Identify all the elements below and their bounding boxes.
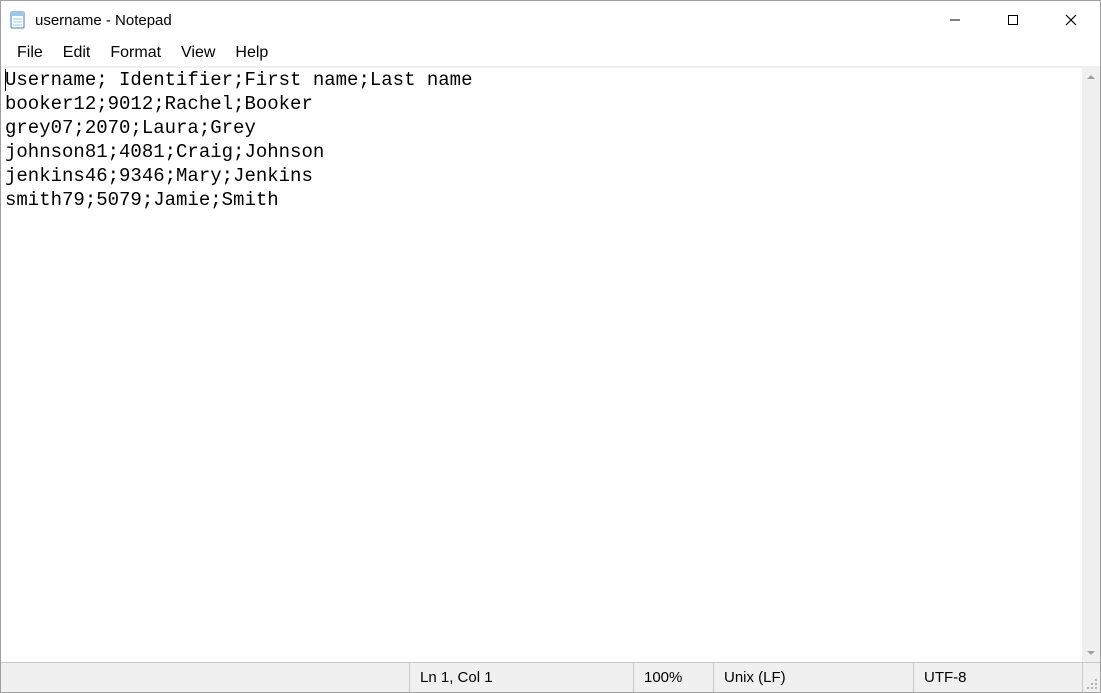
menubar: File Edit Format View Help <box>1 39 1100 67</box>
status-zoom-level: 100% <box>633 663 713 692</box>
statusbar-spacer <box>1 663 409 692</box>
notepad-app-icon <box>9 11 27 29</box>
status-encoding: UTF-8 <box>913 663 1082 692</box>
scroll-down-arrow-icon[interactable] <box>1082 644 1100 662</box>
window-controls <box>926 1 1100 39</box>
menu-file[interactable]: File <box>7 42 53 64</box>
vertical-scrollbar[interactable] <box>1082 68 1100 662</box>
menu-view[interactable]: View <box>171 42 225 64</box>
maximize-button[interactable] <box>984 1 1042 39</box>
text-editor[interactable]: Username; Identifier;First name;Last nam… <box>1 68 1082 662</box>
scroll-up-arrow-icon[interactable] <box>1082 68 1100 86</box>
text-caret <box>5 69 6 91</box>
status-line-ending: Unix (LF) <box>713 663 913 692</box>
window-title: username - Notepad <box>35 12 926 29</box>
editor-container: Username; Identifier;First name;Last nam… <box>1 67 1100 662</box>
titlebar[interactable]: username - Notepad <box>1 1 1100 39</box>
menu-format[interactable]: Format <box>100 42 171 64</box>
menu-help[interactable]: Help <box>225 42 278 64</box>
minimize-button[interactable] <box>926 1 984 39</box>
notepad-window: username - Notepad File Edit Format View… <box>0 0 1101 693</box>
resize-grip-icon[interactable] <box>1082 663 1100 692</box>
menu-edit[interactable]: Edit <box>53 42 101 64</box>
close-button[interactable] <box>1042 1 1100 39</box>
status-cursor-position: Ln 1, Col 1 <box>409 663 633 692</box>
statusbar: Ln 1, Col 1 100% Unix (LF) UTF-8 <box>1 662 1100 692</box>
